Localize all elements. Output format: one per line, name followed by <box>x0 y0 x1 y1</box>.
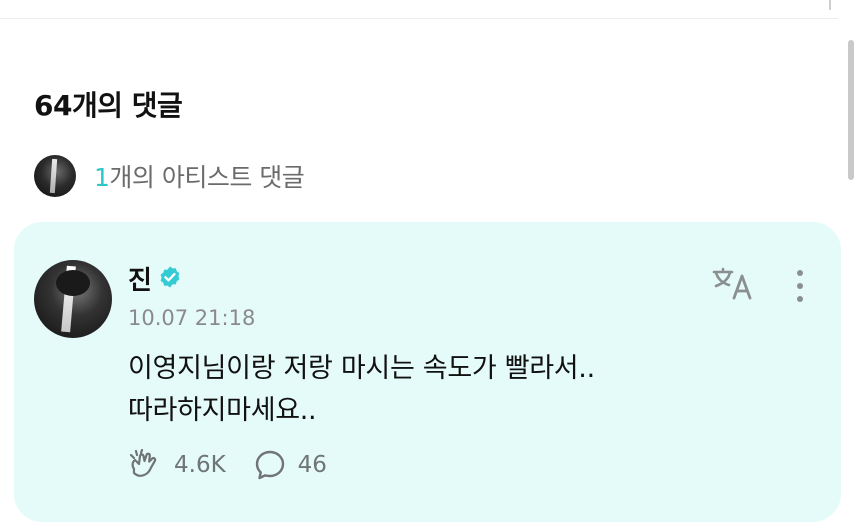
reply-count: 46 <box>297 452 327 478</box>
verified-badge-icon <box>160 266 180 288</box>
artist-comments-filter[interactable]: 1개의 아티스트 댓글 <box>34 154 305 198</box>
artist-comments-count: 1 <box>94 163 110 192</box>
artist-avatar <box>34 155 76 197</box>
comment-line: 따라하지마세요.. <box>128 395 317 426</box>
top-divider <box>0 18 838 19</box>
speech-bubble-icon[interactable] <box>254 449 286 481</box>
top-edge-mark <box>829 0 831 10</box>
comment-actions: 4.6K 46 <box>128 448 327 482</box>
artist-comment-card: 진 10.07 21:18 이영지님이랑 저랑 마시는 속도가 빨라서.. 따라… <box>14 222 841 522</box>
translate-icon[interactable] <box>712 266 756 302</box>
more-vertical-icon[interactable] <box>790 266 810 306</box>
cheer-hands-icon[interactable] <box>128 449 162 481</box>
comments-count-title: 64개의 댓글 <box>34 89 183 122</box>
artist-comments-label: 1개의 아티스트 댓글 <box>94 158 305 194</box>
comment-line: 이영지님이랑 저랑 마시는 속도가 빨라서.. <box>128 353 595 384</box>
artist-comments-suffix: 개의 아티스트 댓글 <box>109 163 305 192</box>
cheer-count: 4.6K <box>174 452 226 478</box>
comment-timestamp: 10.07 21:18 <box>128 306 256 330</box>
comment-body: 이영지님이랑 저랑 마시는 속도가 빨라서.. 따라하지마세요.. <box>128 348 768 432</box>
scrollbar[interactable] <box>848 40 854 180</box>
author-name[interactable]: 진 <box>128 260 152 297</box>
avatar[interactable] <box>34 260 112 338</box>
